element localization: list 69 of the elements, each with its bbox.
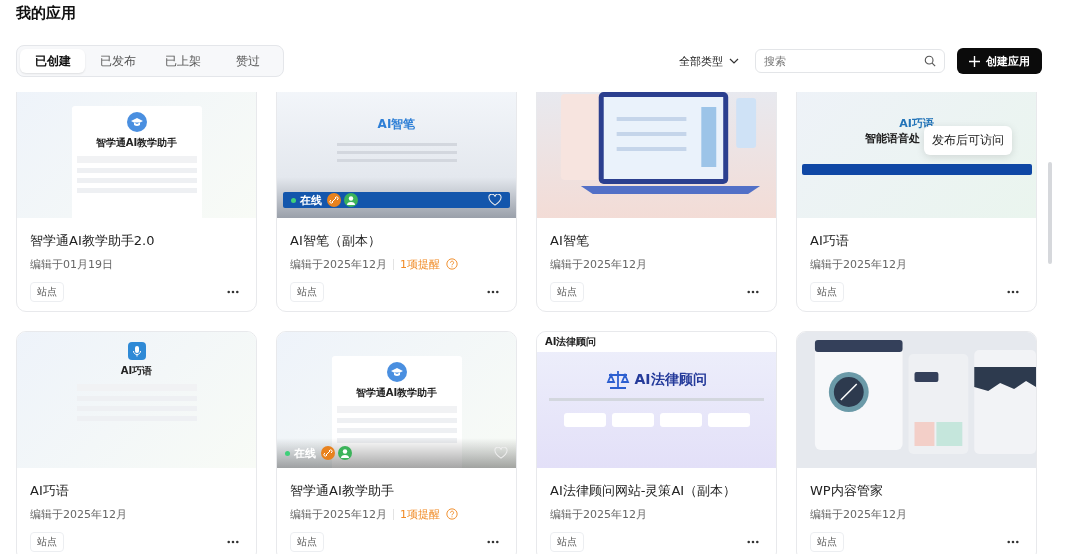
edited-date: 编辑于2025年12月 [290, 506, 387, 522]
link-icon [327, 193, 341, 207]
site-tag: 站点 [290, 532, 324, 552]
edited-date: 编辑于2025年12月 [30, 506, 127, 522]
edited-date: 编辑于2025年12月 [550, 506, 647, 522]
online-status: 在线 [285, 445, 316, 461]
preview-nav-title: AI法律顾问 [545, 335, 597, 349]
app-name: AI巧语 [810, 232, 850, 250]
edited-date: 编辑于2025年12月 [810, 506, 907, 522]
app-card[interactable]: AI巧语 AI巧语 编辑于2025年12月 站点 [16, 331, 257, 554]
create-app-button[interactable]: 创建应用 [957, 48, 1042, 74]
page-title: 我的应用 [15, 3, 77, 24]
app-name: 智学通AI教学助手2.0 [30, 232, 156, 250]
graduation-cap-icon [386, 362, 407, 382]
heart-icon[interactable] [488, 194, 502, 206]
tab[interactable]: 赞过 [215, 49, 280, 73]
user-avatar-icon [344, 193, 358, 207]
app-card[interactable]: AI法律顾问 AI法律顾问 AI法律顾问网站-灵策AI（副本） 编辑于2025年12月 站点 [536, 331, 777, 554]
scales-icon [606, 370, 631, 390]
edited-date: 编辑于2025年12月 [290, 256, 387, 272]
preview-heading: AI法律顾问 [634, 371, 707, 389]
plus-icon [969, 55, 980, 67]
search-icon [924, 55, 936, 67]
app-name: AI巧语 [30, 482, 70, 500]
edited-date: 编辑于01月19日 [30, 256, 113, 272]
more-icon[interactable] [487, 540, 499, 544]
user-avatar-icon [338, 446, 352, 460]
app-card[interactable]: AI智笔 在线 AI智笔（副本） 编辑于2025年12月 1项提醒 站点 [276, 92, 517, 312]
more-icon[interactable] [227, 290, 239, 294]
graduation-cap-icon [126, 112, 147, 132]
site-tag: 站点 [30, 282, 64, 302]
more-icon[interactable] [747, 540, 759, 544]
site-tag: 站点 [30, 532, 64, 552]
app-name: WP内容管家 [810, 482, 884, 500]
preview-subheading: 智能语音处 [865, 131, 920, 146]
more-icon[interactable] [487, 290, 499, 294]
edited-date: 编辑于2025年12月 [810, 256, 907, 272]
more-icon[interactable] [1007, 290, 1019, 294]
link-icon [321, 446, 335, 460]
more-icon[interactable] [747, 290, 759, 294]
app-card[interactable]: 智学通AI教学助手 在线 智学通AI教学助手 编辑于2025年12月 1项提醒 站点 [276, 331, 517, 554]
app-name: AI法律顾问网站-灵策AI（副本） [550, 482, 738, 500]
site-tag: 站点 [810, 282, 844, 302]
more-icon[interactable] [1007, 540, 1019, 544]
tab[interactable]: 已创建 [20, 49, 85, 73]
preview-heading: 智学通AI教学助手 [355, 386, 438, 400]
preview-heading: 智学通AI教学助手 [95, 136, 178, 150]
app-card[interactable]: AI智笔 编辑于2025年12月 站点 [536, 92, 777, 312]
type-filter-dropdown[interactable]: 全部类型 [675, 53, 743, 69]
edited-date: 编辑于2025年12月 [550, 256, 647, 272]
app-name: 智学通AI教学助手 [290, 482, 395, 500]
site-tag: 站点 [810, 532, 844, 552]
search-field[interactable]: 搜索 [755, 49, 945, 73]
app-card[interactable]: 智学通AI教学助手 智学通AI教学助手2.0 编辑于01月19日 站点 [16, 92, 257, 312]
app-card[interactable]: WP内容管家 编辑于2025年12月 站点 [796, 331, 1037, 554]
tab[interactable]: 已上架 [150, 49, 215, 73]
more-icon[interactable] [227, 540, 239, 544]
scrollbar-thumb[interactable] [1048, 162, 1052, 264]
preview-heading: AI智笔 [377, 116, 416, 133]
microphone-icon [127, 342, 146, 360]
site-tag: 站点 [550, 532, 584, 552]
site-tag: 站点 [290, 282, 324, 302]
app-name: AI智笔 [550, 232, 590, 250]
preview-heading: AI巧语 [120, 364, 153, 378]
online-status: 在线 [291, 192, 322, 208]
tab[interactable]: 已发布 [85, 49, 150, 73]
chevron-down-icon [729, 58, 739, 64]
app-name: AI智笔（副本） [290, 232, 382, 250]
site-tag: 站点 [550, 282, 584, 302]
